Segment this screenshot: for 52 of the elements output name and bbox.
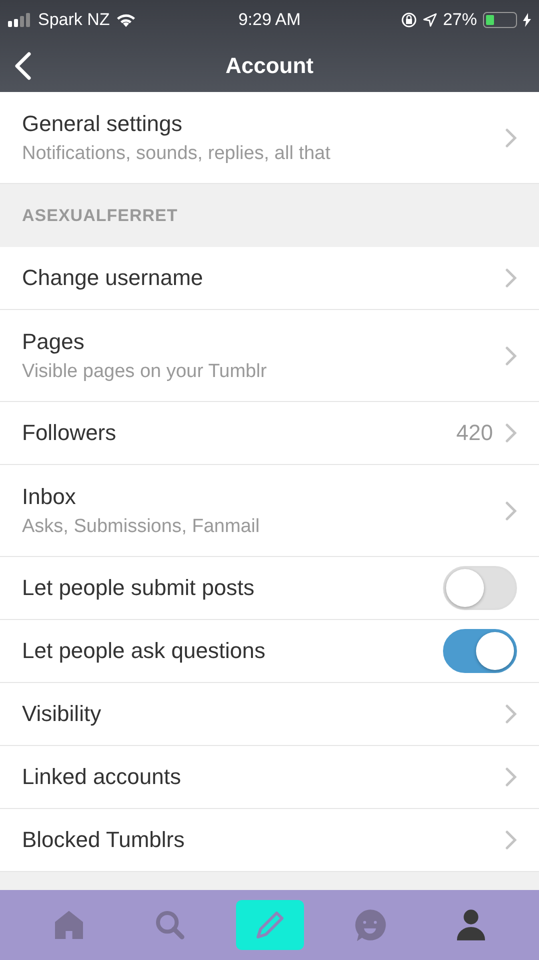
chevron-icon	[505, 500, 517, 520]
chevron-icon	[505, 423, 517, 443]
settings-row[interactable]: Inbox Asks, Submissions, Fanmail	[0, 465, 539, 557]
wifi-icon	[116, 12, 136, 28]
status-time: 9:29 AM	[238, 10, 301, 30]
smiley-chat-icon	[354, 909, 386, 941]
settings-row[interactable]: Change username	[0, 247, 539, 310]
compose-tab[interactable]	[236, 900, 304, 950]
person-icon	[454, 909, 486, 941]
chevron-icon	[505, 268, 517, 288]
row-title: Let people ask questions	[22, 638, 266, 664]
chevron-icon	[505, 128, 517, 148]
signal-icon	[8, 13, 32, 27]
chevron-icon	[505, 346, 517, 366]
charging-icon	[523, 13, 531, 27]
row-title: Linked accounts	[22, 764, 182, 790]
settings-row[interactable]: General settings Notifications, sounds, replies, all that	[0, 92, 539, 184]
settings-row[interactable]: Blocked Tumblrs	[0, 809, 539, 872]
row-title: Visibility	[22, 701, 102, 727]
battery-percent: 27%	[442, 10, 477, 30]
section-header: ASEXUALFERRET	[21, 204, 179, 226]
screen-title: Account	[226, 53, 314, 79]
home-icon	[52, 909, 84, 941]
back-button[interactable]	[12, 52, 34, 80]
row-value: 420	[456, 420, 493, 446]
search-icon	[154, 909, 186, 941]
settings-row[interactable]: Pages Visible pages on your Tumblr	[0, 310, 539, 402]
row-title: Blocked Tumblrs	[22, 827, 186, 853]
row-title: Let people submit posts	[22, 575, 256, 601]
settings-row[interactable]: Followers 420	[0, 402, 539, 465]
row-subtitle: Notifications, sounds, replies, all that	[22, 142, 332, 164]
row-title: Inbox	[22, 484, 77, 510]
row-title: Change username	[22, 265, 204, 291]
back-icon	[14, 52, 32, 80]
settings-row[interactable]: Visibility	[0, 683, 539, 746]
settings-row[interactable]: Linked accounts	[0, 746, 539, 809]
location-icon	[422, 13, 437, 27]
battery-icon	[483, 12, 517, 28]
rotation-lock-icon	[400, 12, 417, 28]
row-subtitle: Asks, Submissions, Fanmail	[22, 516, 261, 538]
row-title: Followers	[22, 420, 118, 446]
carrier-name: Spark NZ	[38, 10, 110, 30]
chevron-icon	[505, 767, 517, 787]
row-title: General settings	[22, 110, 184, 136]
row-title: Pages	[22, 328, 86, 354]
pencil-icon	[254, 909, 286, 941]
toggle-switch[interactable]	[443, 629, 517, 673]
row-subtitle: Visible pages on your Tumblr	[22, 360, 268, 382]
chevron-icon	[505, 830, 517, 850]
chevron-icon	[505, 704, 517, 724]
settings-row[interactable]: Let people ask questions	[0, 620, 539, 683]
settings-row[interactable]: Let people submit posts	[0, 557, 539, 620]
